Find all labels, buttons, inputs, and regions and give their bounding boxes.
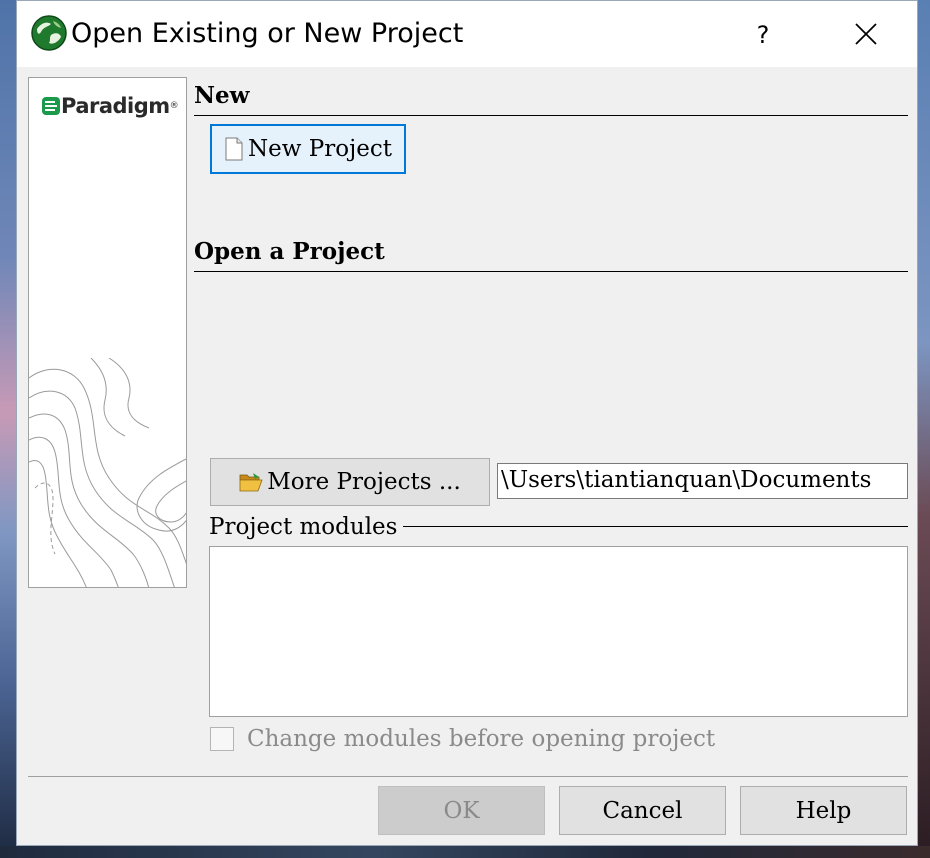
project-modules-list[interactable] — [209, 546, 908, 717]
open-section-title: Open a Project — [194, 238, 385, 265]
green-globe-icon — [31, 15, 67, 51]
new-section-title: New — [194, 82, 250, 109]
desktop-background-right — [918, 0, 930, 858]
window-title: Open Existing or New Project — [71, 18, 464, 49]
branding-panel: Paradigm ® — [28, 77, 187, 588]
footer-divider — [28, 776, 908, 777]
project-path-field[interactable]: \Users\tiantianquan\Documents — [497, 463, 908, 499]
paradigm-logo-mark-icon — [42, 97, 60, 115]
help-button[interactable]: Help — [740, 786, 907, 835]
more-projects-button[interactable]: More Projects ... — [210, 458, 490, 506]
more-projects-label: More Projects ... — [267, 469, 461, 495]
close-icon[interactable] — [843, 14, 887, 54]
logo-text: Paradigm — [61, 94, 170, 118]
registered-mark: ® — [169, 101, 179, 111]
new-project-button[interactable]: New Project — [210, 124, 406, 174]
topographic-lines-graphic — [29, 358, 186, 587]
ok-button[interactable]: OK — [378, 786, 545, 835]
change-modules-label: Change modules before opening project — [247, 726, 716, 752]
paradigm-logo: Paradigm ® — [41, 94, 179, 118]
new-section-divider — [194, 115, 908, 116]
cancel-button[interactable]: Cancel — [559, 786, 726, 835]
new-project-label: New Project — [248, 136, 392, 162]
open-section-divider — [194, 271, 908, 272]
project-modules-label: Project modules — [209, 513, 404, 541]
open-folder-icon — [239, 473, 263, 492]
title-bar: Open Existing or New Project ? — [17, 1, 917, 67]
open-project-dialog: Open Existing or New Project ? Paradigm … — [16, 0, 918, 846]
desktop-background-bottom — [0, 846, 930, 858]
context-help-button[interactable]: ? — [743, 15, 783, 55]
document-icon — [225, 137, 243, 161]
change-modules-checkbox[interactable] — [210, 727, 234, 751]
